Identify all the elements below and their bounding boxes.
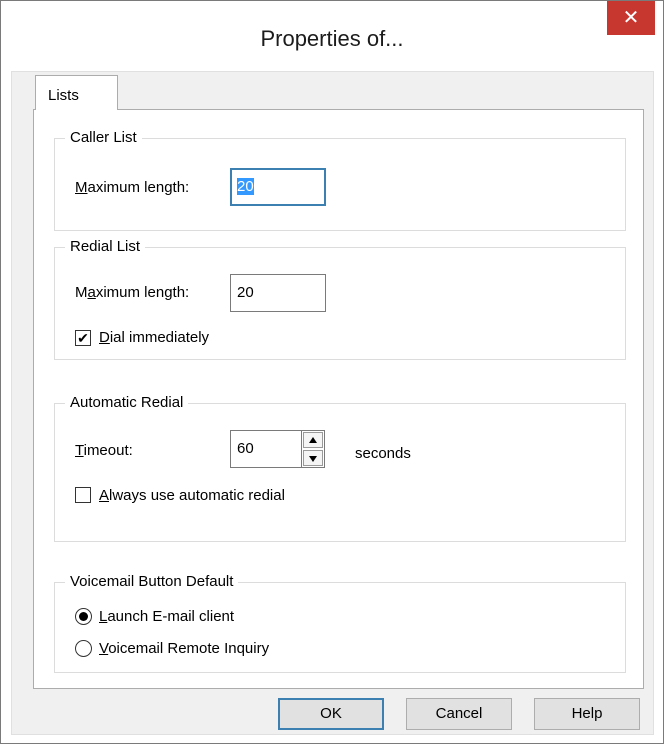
properties-dialog: Properties of... ✕ Lists Caller List Max…	[0, 0, 664, 744]
timeout-unit-label: seconds	[355, 445, 411, 462]
voicemail-remote-inquiry-radio[interactable]	[75, 640, 92, 657]
always-use-automatic-redial-label[interactable]: Always use automatic redial	[99, 487, 285, 505]
launch-email-radio[interactable]	[75, 608, 92, 625]
checkmark-icon: ✔	[77, 330, 89, 346]
dial-immediately-accesskey: D	[99, 329, 110, 346]
automatic-redial-legend: Automatic Redial	[65, 394, 189, 412]
caller-list-group: Caller List Maximum length: 20	[54, 129, 626, 231]
timeout-accesskey: T	[75, 442, 84, 459]
caller-list-legend: Caller List	[65, 129, 142, 147]
dial-immediately-label[interactable]: Dial immediately	[99, 329, 209, 347]
voicemail-default-legend: Voicemail Button Default	[65, 573, 239, 591]
caller-max-length-input[interactable]: 20	[230, 168, 326, 206]
dial-immediately-checkbox[interactable]: ✔	[75, 330, 91, 346]
voicemail-remote-inquiry-label[interactable]: Voicemail Remote Inquiry	[99, 640, 269, 658]
dialog-client-area: Lists Caller List Maximum length: 20 Red…	[11, 71, 654, 735]
launch-email-label[interactable]: Launch E-mail client	[99, 608, 234, 626]
radio-selected-dot	[79, 612, 88, 621]
always-use-label-rest: lways use automatic redial	[109, 487, 285, 504]
launch-email-label-rest: aunch E-mail client	[107, 608, 235, 625]
tab-lists[interactable]: Lists	[35, 75, 118, 110]
dial-immediately-label-rest: ial immediately	[109, 329, 210, 346]
always-use-accesskey: A	[99, 487, 110, 504]
timeout-label: Timeout:	[75, 442, 133, 460]
caller-max-length-accesskey: M	[75, 179, 88, 196]
timeout-decrement-button[interactable]	[303, 450, 323, 466]
help-button[interactable]: Help	[534, 698, 640, 730]
redial-max-length-label: Maximum length:	[75, 284, 189, 302]
timeout-spinner	[301, 430, 325, 468]
voicemail-default-group: Voicemail Button Default Launch E-mail c…	[54, 573, 626, 673]
redial-max-length-label-rest: ximum length:	[95, 284, 190, 301]
arrow-up-icon	[309, 437, 317, 443]
caller-max-length-label-rest: aximum length:	[87, 179, 190, 196]
timeout-input[interactable]: 60	[230, 430, 302, 468]
always-use-automatic-redial-checkbox[interactable]	[75, 487, 91, 503]
close-icon: ✕	[622, 7, 640, 29]
redial-list-legend: Redial List	[65, 238, 146, 256]
timeout-label-rest: imeout:	[83, 442, 133, 459]
redial-max-length-label-first: M	[75, 284, 88, 301]
redial-max-length-input[interactable]: 20	[230, 274, 326, 312]
redial-max-length-accesskey: a	[87, 284, 96, 301]
automatic-redial-group: Automatic Redial Timeout: 60 seconds Alw…	[54, 394, 626, 542]
redial-list-group: Redial List Maximum length: 20 ✔ Dial im…	[54, 238, 626, 360]
cancel-button[interactable]: Cancel	[406, 698, 512, 730]
tab-panel-lists: Caller List Maximum length: 20 Redial Li…	[33, 109, 644, 689]
caller-max-length-label: Maximum length:	[75, 179, 189, 197]
redial-max-length-value: 20	[237, 284, 254, 301]
arrow-down-icon	[309, 456, 317, 462]
close-button[interactable]: ✕	[607, 1, 655, 35]
title-bar[interactable]: Properties of... ✕	[1, 1, 663, 71]
ok-button[interactable]: OK	[278, 698, 384, 730]
window-title: Properties of...	[260, 26, 404, 51]
caller-max-length-value: 20	[237, 178, 254, 195]
voicemail-remote-accesskey: V	[99, 640, 109, 657]
timeout-value: 60	[237, 440, 254, 457]
timeout-increment-button[interactable]	[303, 432, 323, 448]
voicemail-remote-label-rest: oicemail Remote Inquiry	[108, 640, 270, 657]
